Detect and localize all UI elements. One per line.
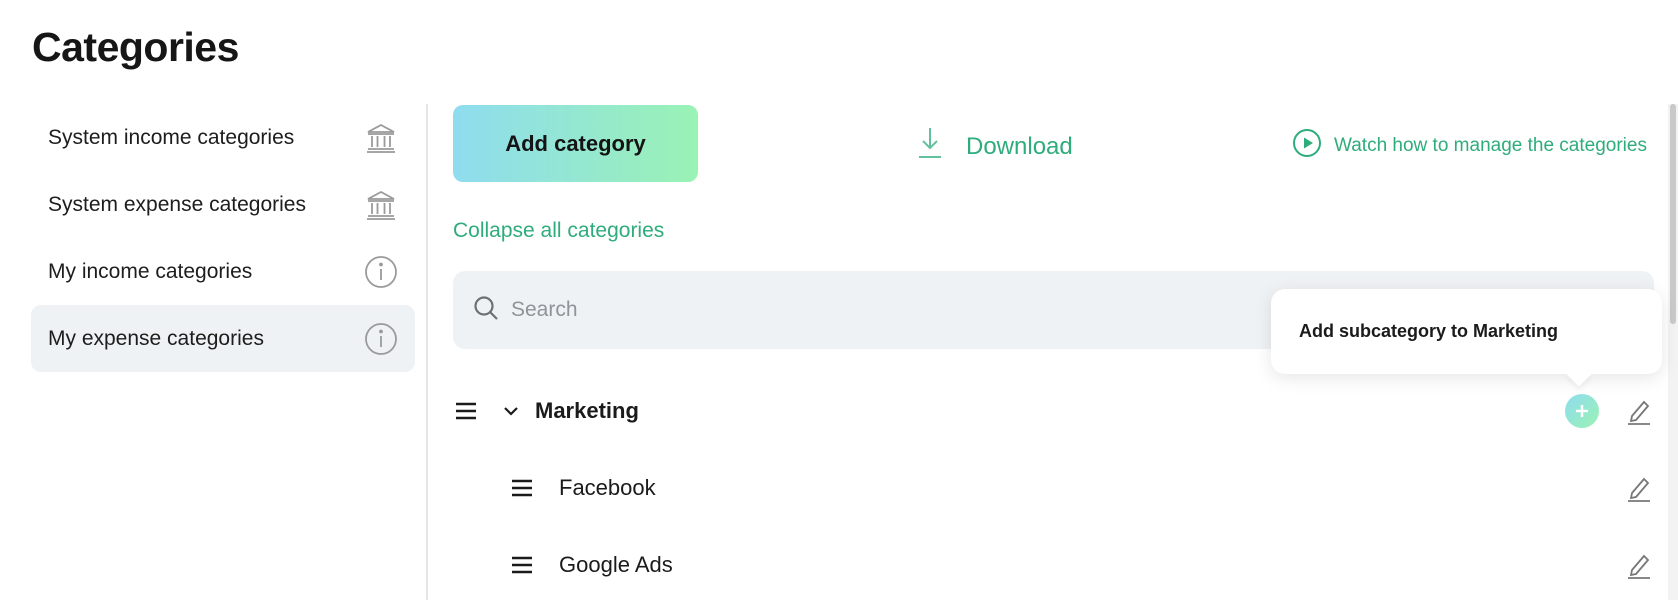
sidebar-item-system-expense[interactable]: System expense categories: [31, 171, 415, 238]
category-row: Marketing: [453, 383, 1654, 439]
download-link[interactable]: Download: [916, 126, 1073, 167]
drag-handle-icon[interactable]: [453, 398, 479, 424]
sidebar-item-my-income[interactable]: My income categories: [31, 238, 415, 305]
search-icon: [473, 295, 499, 326]
tooltip-popover: Add subcategory to Marketing: [1271, 289, 1662, 387]
category-name: Marketing: [535, 398, 639, 423]
sidebar: System income categories System expense …: [31, 104, 415, 372]
drag-handle-icon[interactable]: [509, 552, 535, 578]
chevron-down-icon[interactable]: [499, 399, 523, 423]
subcategory-row: Facebook: [453, 460, 1654, 516]
sidebar-item-label: My income categories: [48, 259, 253, 283]
play-circle-icon: [1292, 128, 1322, 164]
subcategory-name: Facebook: [559, 475, 656, 500]
subcategory-row: Google Ads: [453, 537, 1654, 593]
download-icon: [916, 126, 944, 167]
sidebar-item-system-income[interactable]: System income categories: [31, 104, 415, 171]
scrollbar-thumb[interactable]: [1670, 104, 1676, 324]
bank-icon: [363, 120, 399, 156]
sidebar-item-label: System expense categories: [48, 192, 306, 216]
info-icon[interactable]: [363, 254, 399, 290]
sidebar-item-label: System income categories: [48, 125, 295, 149]
scrollbar[interactable]: [1668, 104, 1678, 600]
add-subcategory-button[interactable]: [1565, 394, 1599, 428]
edit-icon[interactable]: [1624, 550, 1654, 580]
watch-label: Watch how to manage the categories: [1334, 135, 1647, 156]
download-label: Download: [966, 132, 1073, 160]
edit-icon[interactable]: [1624, 396, 1654, 426]
page-title: Categories: [32, 24, 239, 70]
watch-tutorial-link[interactable]: Watch how to manage the categories: [1292, 128, 1647, 164]
drag-handle-icon[interactable]: [509, 475, 535, 501]
search-input[interactable]: [511, 298, 1111, 322]
sidebar-item-label: My expense categories: [48, 326, 264, 350]
info-icon[interactable]: [363, 321, 399, 357]
bank-icon: [363, 187, 399, 223]
sidebar-item-my-expense[interactable]: My expense categories: [31, 305, 415, 372]
tooltip-text: Add subcategory to Marketing: [1299, 321, 1559, 341]
edit-icon[interactable]: [1624, 473, 1654, 503]
subcategory-name: Google Ads: [559, 552, 673, 577]
add-category-button[interactable]: Add category: [453, 105, 698, 182]
vertical-divider: [426, 104, 428, 600]
collapse-all-link[interactable]: Collapse all categories: [453, 219, 664, 243]
